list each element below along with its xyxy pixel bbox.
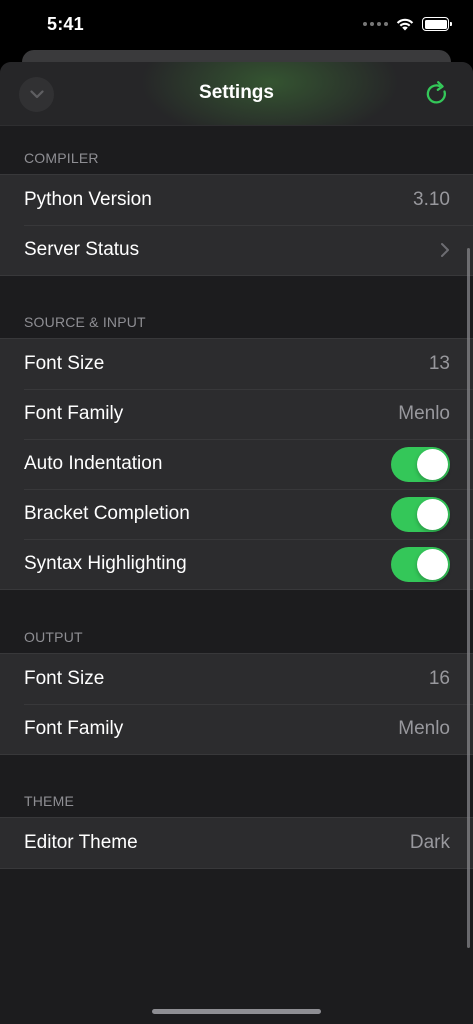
- row-label: Font Size: [24, 353, 105, 374]
- home-indicator[interactable]: [152, 1009, 321, 1014]
- section-header-theme: THEME: [24, 793, 74, 809]
- syntax-highlighting-row: Syntax Highlighting: [0, 539, 473, 589]
- row-label: Python Version: [24, 189, 152, 210]
- auto-indentation-row: Auto Indentation: [0, 439, 473, 489]
- refresh-icon[interactable]: [423, 80, 451, 108]
- row-label: Font Family: [24, 403, 124, 424]
- row-label: Server Status: [24, 239, 140, 260]
- cellular-signal-icon: [363, 22, 388, 26]
- section-header-output: OUTPUT: [24, 629, 83, 645]
- status-time: 5:41: [47, 14, 84, 34]
- bracket-completion-row: Bracket Completion: [0, 489, 473, 539]
- status-bar: 5:41: [0, 0, 473, 52]
- row-label: Editor Theme: [24, 832, 138, 853]
- output-group: Font Size 16 Font Family Menlo: [0, 653, 473, 755]
- section-header-source-input: SOURCE & INPUT: [24, 314, 146, 330]
- status-icons: [363, 17, 452, 31]
- theme-group: Editor Theme Dark: [0, 817, 473, 869]
- bracket-completion-toggle[interactable]: [391, 496, 450, 532]
- settings-list: COMPILER Python Version 3.10 Server Stat…: [0, 126, 473, 869]
- row-label: Auto Indentation: [24, 453, 163, 474]
- row-label: Syntax Highlighting: [24, 553, 187, 574]
- row-label: Bracket Completion: [24, 503, 190, 524]
- syntax-highlighting-toggle[interactable]: [391, 546, 450, 582]
- server-status-row[interactable]: Server Status: [0, 225, 473, 275]
- row-value: 3.10: [413, 189, 450, 210]
- python-version-row[interactable]: Python Version 3.10: [0, 175, 473, 225]
- row-label: Font Family: [24, 718, 124, 739]
- editor-theme-row[interactable]: Editor Theme Dark: [0, 818, 473, 868]
- row-value: Menlo: [398, 403, 450, 424]
- source-font-size-row[interactable]: Font Size 13: [0, 339, 473, 389]
- row-value: 13: [428, 353, 450, 374]
- page-title: Settings: [199, 82, 274, 103]
- row-value: 16: [428, 668, 450, 689]
- output-font-family-row[interactable]: Font Family Menlo: [0, 704, 473, 754]
- row-value: Dark: [409, 832, 450, 853]
- output-font-size-row[interactable]: Font Size 16: [0, 654, 473, 704]
- auto-indentation-toggle[interactable]: [391, 446, 450, 482]
- settings-sheet: Settings COMPILER Python Version 3.10 Se…: [0, 62, 473, 1024]
- source-font-family-row[interactable]: Font Family Menlo: [0, 389, 473, 439]
- wifi-icon: [396, 18, 414, 31]
- row-label: Font Size: [24, 668, 105, 689]
- scroll-indicator[interactable]: [467, 248, 470, 948]
- navigation-bar: Settings: [0, 62, 473, 126]
- section-header-compiler: COMPILER: [24, 150, 99, 166]
- compiler-group: Python Version 3.10 Server Status: [0, 174, 473, 276]
- row-value: Menlo: [398, 718, 450, 739]
- chevron-right-icon: [441, 243, 449, 257]
- battery-icon: [422, 17, 452, 31]
- source-input-group: Font Size 13 Font Family Menlo Auto Inde…: [0, 338, 473, 590]
